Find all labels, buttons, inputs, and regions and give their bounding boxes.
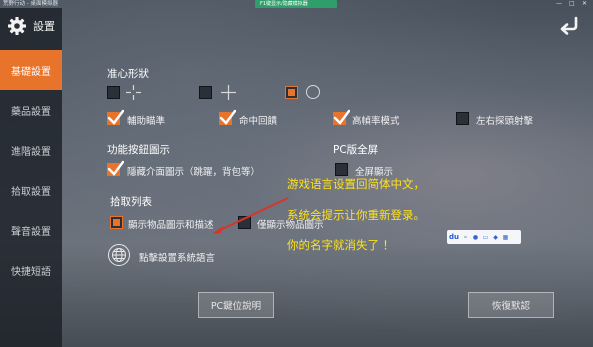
crosshair-option-1-checkbox[interactable] [107, 86, 120, 99]
restore-default-button[interactable]: 恢復默認 [468, 292, 554, 318]
settings-sidebar: 設置 基礎設置 藥品設置 進階設置 拾取設置 聲音設置 快捷短語 [0, 8, 62, 347]
crosshair-title: 准心形狀 [107, 68, 149, 80]
hide-ui-label: 隱藏介面圖示（跳躍，背包等） [127, 167, 261, 178]
settings-title: 設置 [33, 20, 55, 33]
show-icon-and-desc-radio[interactable] [110, 216, 123, 229]
close-window-button[interactable]: ✕ [582, 0, 587, 8]
function-buttons-title: 功能按鈕圖示 [107, 144, 170, 156]
ime-brand: du [449, 233, 459, 241]
aim-assist-checkbox[interactable] [107, 109, 124, 125]
sidebar-item-basic[interactable]: 基礎設置 [0, 50, 62, 90]
hide-ui-checkbox[interactable] [107, 160, 124, 176]
checkmark-icon [107, 109, 124, 125]
pc-keys-button[interactable]: PC鍵位說明 [198, 292, 274, 318]
window-title: 荒野行动 - 桌面模拟器 [3, 1, 58, 7]
high-fps-label: 高幀率模式 [352, 116, 400, 127]
hotkey-tip: F1键显示/隐藏模拟器 [255, 0, 337, 8]
pc-fullscreen-title: PC版全屏 [333, 144, 379, 156]
language-button[interactable] [108, 244, 130, 266]
ime-toolbar[interactable]: du ⸰ ● ▭ ◆ ▦ [447, 230, 521, 244]
crosshair-plus-icon [221, 85, 236, 100]
ime-menu-icon[interactable]: ▦ [502, 234, 509, 241]
sidebar-item-advanced[interactable]: 進階設置 [0, 130, 62, 170]
maximize-button[interactable]: □ [569, 0, 575, 8]
lean-fire-label: 左右探頭射擊 [476, 116, 534, 127]
checkmark-icon [107, 160, 124, 176]
fullscreen-checkbox[interactable] [335, 163, 348, 176]
globe-icon [112, 248, 126, 262]
back-arrow-icon [560, 16, 578, 35]
crosshair-option-3-checkbox[interactable] [285, 86, 298, 99]
ime-keyboard-icon[interactable]: ▭ [482, 234, 489, 241]
checkmark-icon [219, 109, 236, 125]
checkmark-icon [333, 109, 350, 125]
annotation-arrow [212, 197, 289, 234]
ime-skin-icon[interactable]: ◆ [492, 234, 499, 241]
crosshair-gap-icon [126, 85, 141, 100]
show-icon-and-desc-label: 顯示物品圖示和描述 [128, 220, 214, 231]
gear-icon [8, 17, 26, 35]
sidebar-item-pickup[interactable]: 拾取設置 [0, 170, 62, 210]
crosshair-circle-icon [306, 85, 320, 99]
ime-voice-icon[interactable]: ● [472, 234, 479, 241]
hit-feedback-label: 命中回饋 [239, 116, 278, 127]
minimize-button[interactable]: — [556, 0, 562, 8]
crosshair-option-2-checkbox[interactable] [199, 86, 212, 99]
hit-feedback-checkbox[interactable] [219, 109, 236, 125]
sidebar-item-medicine[interactable]: 藥品設置 [0, 90, 62, 130]
sidebar-item-phrases[interactable]: 快捷短語 [0, 250, 62, 290]
lean-fire-checkbox[interactable] [456, 112, 469, 125]
back-button[interactable] [556, 14, 582, 36]
window-title-bar: 荒野行动 - 桌面模拟器 F1键显示/隐藏模拟器 — □ ✕ [0, 0, 593, 8]
pickup-list-title: 拾取列表 [110, 196, 152, 208]
annotation-line-1: 游戏语言设置回简体中文， [287, 177, 425, 191]
annotation-line-3: 你的名字就消失了 ！ [287, 238, 395, 252]
high-fps-checkbox[interactable] [333, 109, 350, 125]
language-label[interactable]: 點擊設置系統語言 [139, 250, 215, 264]
sidebar-item-sound[interactable]: 聲音設置 [0, 210, 62, 250]
annotation-line-2: 系统会提示让你重新登录。 [287, 208, 425, 222]
ime-punctuation-icon[interactable]: ⸰ [462, 234, 469, 241]
settings-header: 設置 [0, 8, 62, 44]
aim-assist-label: 輔助瞄準 [127, 116, 166, 127]
